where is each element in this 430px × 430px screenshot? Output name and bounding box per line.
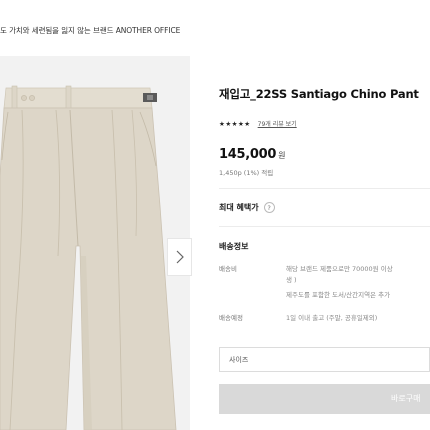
product-title: 재입고_22SS Santiago Chino Pant: [219, 87, 419, 101]
delivery-schedule-label: 배송예정: [219, 314, 243, 322]
next-image-button[interactable]: [167, 238, 192, 276]
help-icon[interactable]: ?: [263, 202, 275, 213]
shipping-info-title: 배송정보: [219, 242, 249, 251]
product-image: [0, 85, 177, 430]
divider: [219, 226, 430, 227]
brand-tagline: 도 가치와 세련됨을 잃지 않는 브랜드 ANOTHER OFFICE: [0, 26, 181, 35]
max-benefit-toggle[interactable]: 최대 혜택가 ?: [219, 202, 275, 213]
shipping-fee-line: 생 ): [286, 276, 297, 284]
shipping-fee-label: 배송비: [219, 265, 237, 273]
divider: [219, 188, 430, 189]
buy-now-label: 바로구매: [391, 394, 421, 403]
shipping-fee-line: 제주도를 포함한 도서/산간지역은 추가: [286, 291, 391, 299]
review-link[interactable]: 79개 리뷰 보기: [258, 119, 297, 128]
delivery-schedule-value: 1일 이내 출고 (주말, 공휴일제외): [286, 314, 378, 322]
chevron-right-icon: [176, 250, 184, 264]
buy-now-button[interactable]: 바로구매: [219, 384, 430, 414]
price-unit: 원: [278, 151, 286, 160]
product-info-panel: 재입고_22SS Santiago Chino Pant ★★★★★ 79개 리…: [219, 0, 430, 430]
shipping-fee-line: 해당 브랜드 제품으로만 70000원 이상: [286, 265, 393, 273]
rating-stars: ★★★★★: [219, 119, 251, 128]
price: 145,000 원: [219, 147, 286, 162]
price-value: 145,000: [219, 147, 277, 162]
size-select[interactable]: 사이즈: [219, 347, 430, 372]
rating-row: ★★★★★ 79개 리뷰 보기: [219, 119, 297, 129]
product-image-gallery[interactable]: [0, 56, 190, 430]
reward-points: 1,450p (1%) 적립: [219, 169, 274, 177]
size-select-label: 사이즈: [229, 356, 249, 364]
max-benefit-label: 최대 혜택가: [219, 203, 259, 212]
